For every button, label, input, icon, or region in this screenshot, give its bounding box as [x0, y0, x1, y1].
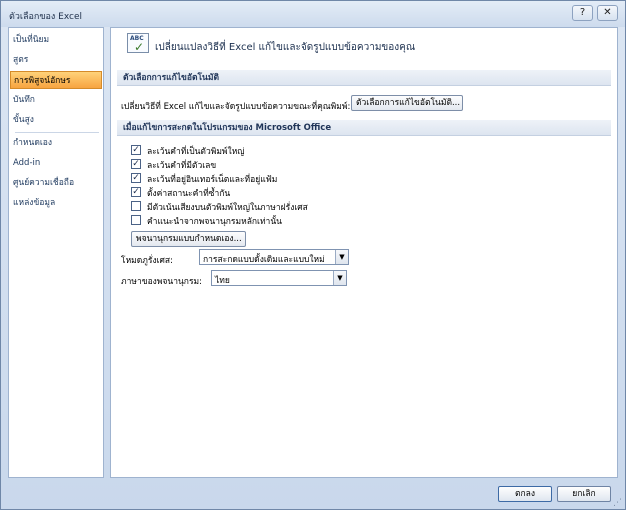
excel-options-dialog: ตัวเลือกของ Excel ? ✕ เป็นที่นิยม สูตร ก… — [0, 0, 626, 510]
question-icon: ? — [579, 7, 586, 18]
flag-repeated-label: ตั้งค่าสถานะคำที่ซ้ำกัน — [147, 189, 231, 199]
close-button[interactable]: ✕ — [597, 5, 618, 21]
sidebar: เป็นที่นิยม สูตร การพิสูจน์อักษร บันทึก … — [8, 27, 104, 478]
ignore-uppercase-label: ละเว้นคำที่เป็นตัวพิมพ์ใหญ่ — [147, 147, 245, 157]
sidebar-item-trust-center[interactable]: ศูนย์ความเชื่อถือ — [10, 174, 102, 192]
chevron-down-icon[interactable]: ▼ — [333, 271, 346, 285]
ok-button[interactable]: ตกลง — [498, 486, 552, 502]
sidebar-item-popular[interactable]: เป็นที่นิยม — [10, 31, 102, 49]
sidebar-item-customize[interactable]: กำหนดเอง — [10, 134, 102, 152]
autocorrect-description: เปลี่ยนวิธีที่ Excel แก้ไขและจัดรูปแบบข้… — [121, 102, 351, 112]
autocorrect-section-header: ตัวเลือกการแก้ไขอัตโนมัติ — [117, 70, 611, 86]
window-title: ตัวเลือกของ Excel — [9, 12, 82, 22]
sidebar-item-save[interactable]: บันทึก — [10, 91, 102, 109]
flag-repeated-checkbox[interactable]: ✓ — [131, 187, 141, 197]
dictionary-language-label: ภาษาของพจนานุกรม: — [121, 277, 202, 287]
main-dictionary-checkbox[interactable] — [131, 215, 141, 225]
french-modes-value: การสะกดแบบดั้งเดิมและแบบใหม่ — [203, 255, 325, 265]
ignore-internet-checkbox[interactable]: ✓ — [131, 173, 141, 183]
french-modes-label: โหมดภูรั่งเศส: — [121, 256, 173, 266]
spelling-section-header: เมื่อแก้ไขการสะกดในโปรแกรมของ Microsoft … — [117, 120, 611, 136]
french-accents-checkbox[interactable] — [131, 201, 141, 211]
ignore-internet-label: ละเว้นที่อยู่อินเทอร์เน็ตและที่อยู่แฟ้ม — [147, 175, 278, 185]
main-dictionary-label: คำแนะนำจากพจนานุกรมหลักเท่านั้น — [147, 217, 282, 227]
help-button[interactable]: ? — [572, 5, 593, 21]
custom-dictionaries-button[interactable]: พจนานุกรมแบบกำหนดเอง... — [131, 231, 246, 247]
french-accents-label: มีตัวเน้นเสียงบนตัวพิมพ์ใหญ่ในภาษาฝรั่งเ… — [147, 203, 308, 213]
close-icon: ✕ — [603, 7, 612, 18]
dictionary-language-select[interactable]: ไทย ▼ — [211, 270, 347, 286]
sidebar-item-advanced[interactable]: ขั้นสูง — [10, 111, 102, 129]
ignore-numbers-checkbox[interactable]: ✓ — [131, 159, 141, 169]
ignore-uppercase-checkbox[interactable]: ✓ — [131, 145, 141, 155]
french-modes-select[interactable]: การสะกดแบบดั้งเดิมและแบบใหม่ ▼ — [199, 249, 349, 265]
sidebar-item-proofing[interactable]: การพิสูจน์อักษร — [10, 71, 102, 89]
sidebar-item-addins[interactable]: Add-in — [10, 154, 102, 172]
sidebar-divider — [15, 132, 99, 133]
abc-check-icon: ABC ✓ — [127, 33, 149, 54]
check-mark-icon: ✓ — [134, 40, 145, 54]
proofing-panel: ABC ✓ เปลี่ยนแปลงวิธีที่ Excel แก้ไขและจ… — [110, 27, 618, 478]
page-title: เปลี่ยนแปลงวิธีที่ Excel แก้ไขและจัดรูปแ… — [155, 42, 416, 53]
sidebar-item-resources[interactable]: แหล่งข้อมูล — [10, 194, 102, 212]
dictionary-language-value: ไทย — [215, 276, 230, 286]
title-bar[interactable]: ตัวเลือกของ Excel ? ✕ — [1, 1, 625, 27]
ignore-numbers-label: ละเว้นคำที่มีตัวเลข — [147, 161, 217, 171]
sidebar-item-formulas[interactable]: สูตร — [10, 51, 102, 69]
chevron-down-icon[interactable]: ▼ — [335, 250, 348, 264]
resize-grip-icon[interactable]: ⋰ — [613, 498, 622, 508]
cancel-button[interactable]: ยกเลิก — [557, 486, 611, 502]
autocorrect-options-button[interactable]: ตัวเลือกการแก้ไขอัตโนมัติ... — [351, 95, 463, 111]
